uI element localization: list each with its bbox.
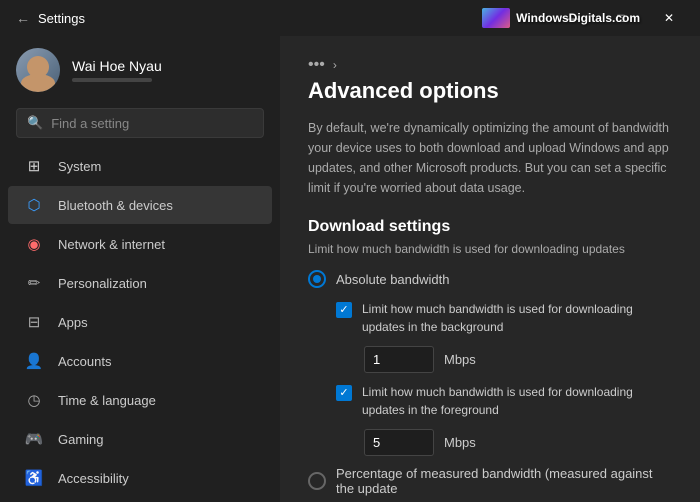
breadcrumb-dots: ••• bbox=[308, 56, 325, 74]
bluetooth-icon: ⬡ bbox=[24, 195, 44, 215]
radio-percentage-circle[interactable] bbox=[308, 472, 326, 490]
sidebar-item-accounts[interactable]: 👤 Accounts bbox=[8, 342, 272, 380]
sidebar-item-accessibility[interactable]: ♿ Accessibility bbox=[8, 459, 272, 494]
checkbox-background-label: Limit how much bandwidth is used for dow… bbox=[362, 300, 672, 336]
sidebar-item-label-system: System bbox=[58, 159, 101, 174]
sidebar-item-apps[interactable]: ⊟ Apps bbox=[8, 303, 272, 341]
breadcrumb: ••• › bbox=[308, 56, 672, 74]
user-name: Wai Hoe Nyau bbox=[72, 58, 162, 74]
main-layout: Wai Hoe Nyau 🔍 ⊞ System ⬡ Bluetooth & de… bbox=[0, 36, 700, 502]
sidebar-item-system[interactable]: ⊞ System bbox=[8, 147, 272, 185]
sidebar-item-time[interactable]: ◷ Time & language bbox=[8, 381, 272, 419]
watermark-text: WindowsDigitals.com bbox=[516, 11, 640, 25]
breadcrumb-arrow: › bbox=[333, 58, 337, 72]
unit-background: Mbps bbox=[444, 352, 476, 367]
sidebar-item-label-accessibility: Accessibility bbox=[58, 471, 129, 486]
bandwidth-background-input[interactable] bbox=[364, 346, 434, 373]
sidebar-item-label-gaming: Gaming bbox=[58, 432, 104, 447]
settings-window: ← Settings WindowsDigitals.com — □ ✕ Wai… bbox=[0, 0, 700, 502]
watermark: WindowsDigitals.com bbox=[482, 8, 640, 28]
title-bar: ← Settings WindowsDigitals.com — □ ✕ bbox=[0, 0, 700, 36]
sidebar-item-label-time: Time & language bbox=[58, 393, 156, 408]
radio-percentage-label: Percentage of measured bandwidth (measur… bbox=[336, 466, 672, 496]
user-profile: Wai Hoe Nyau bbox=[0, 36, 280, 104]
back-button[interactable]: ← bbox=[16, 10, 30, 26]
accounts-icon: 👤 bbox=[24, 351, 44, 371]
sidebar-item-network[interactable]: ◉ Network & internet bbox=[8, 225, 272, 263]
checkbox-foreground-box[interactable] bbox=[336, 385, 352, 401]
time-icon: ◷ bbox=[24, 390, 44, 410]
accessibility-icon: ♿ bbox=[24, 468, 44, 488]
network-icon: ◉ bbox=[24, 234, 44, 254]
apps-icon: ⊟ bbox=[24, 312, 44, 332]
sidebar-item-label-network: Network & internet bbox=[58, 237, 165, 252]
avatar-image bbox=[16, 48, 60, 92]
nav-list: ⊞ System ⬡ Bluetooth & devices ◉ Network… bbox=[0, 146, 280, 494]
user-info: Wai Hoe Nyau bbox=[72, 58, 162, 82]
title-bar-left: ← Settings bbox=[16, 10, 85, 26]
sidebar-item-label-accounts: Accounts bbox=[58, 354, 111, 369]
sidebar-item-label-apps: Apps bbox=[58, 315, 88, 330]
avatar bbox=[16, 48, 60, 92]
system-icon: ⊞ bbox=[24, 156, 44, 176]
sidebar-item-personalization[interactable]: ✏ Personalization bbox=[8, 264, 272, 302]
sidebar-item-gaming[interactable]: 🎮 Gaming bbox=[8, 420, 272, 458]
watermark-logo bbox=[482, 8, 510, 28]
section-title: Download settings bbox=[308, 218, 672, 236]
user-bar bbox=[72, 78, 152, 82]
sidebar-item-label-personalization: Personalization bbox=[58, 276, 147, 291]
page-title: Advanced options bbox=[308, 78, 672, 104]
radio-absolute-circle[interactable] bbox=[308, 270, 326, 288]
checkbox-background-box[interactable] bbox=[336, 302, 352, 318]
checkbox-foreground[interactable]: Limit how much bandwidth is used for dow… bbox=[336, 383, 672, 419]
section-subtitle: Limit how much bandwidth is used for dow… bbox=[308, 242, 672, 256]
input-row-foreground: Mbps bbox=[364, 429, 672, 456]
gaming-icon: 🎮 bbox=[24, 429, 44, 449]
checkbox-background[interactable]: Limit how much bandwidth is used for dow… bbox=[336, 300, 672, 336]
search-input[interactable] bbox=[51, 116, 253, 131]
sidebar: Wai Hoe Nyau 🔍 ⊞ System ⬡ Bluetooth & de… bbox=[0, 36, 280, 502]
radio-percentage[interactable]: Percentage of measured bandwidth (measur… bbox=[308, 466, 672, 496]
bandwidth-foreground-input[interactable] bbox=[364, 429, 434, 456]
sidebar-item-bluetooth[interactable]: ⬡ Bluetooth & devices bbox=[8, 186, 272, 224]
search-icon: 🔍 bbox=[27, 115, 43, 131]
input-row-background: Mbps bbox=[364, 346, 672, 373]
description: By default, we're dynamically optimizing… bbox=[308, 118, 672, 198]
radio-absolute-label: Absolute bandwidth bbox=[336, 272, 449, 287]
unit-foreground: Mbps bbox=[444, 435, 476, 450]
personalization-icon: ✏ bbox=[24, 273, 44, 293]
sidebar-item-label-bluetooth: Bluetooth & devices bbox=[58, 198, 173, 213]
close-button[interactable]: ✕ bbox=[646, 0, 692, 36]
content-area: ••• › Advanced options By default, we're… bbox=[280, 36, 700, 502]
window-title: Settings bbox=[38, 11, 85, 26]
checkbox-foreground-label: Limit how much bandwidth is used for dow… bbox=[362, 383, 672, 419]
radio-absolute[interactable]: Absolute bandwidth bbox=[308, 270, 672, 288]
search-box[interactable]: 🔍 bbox=[16, 108, 264, 138]
